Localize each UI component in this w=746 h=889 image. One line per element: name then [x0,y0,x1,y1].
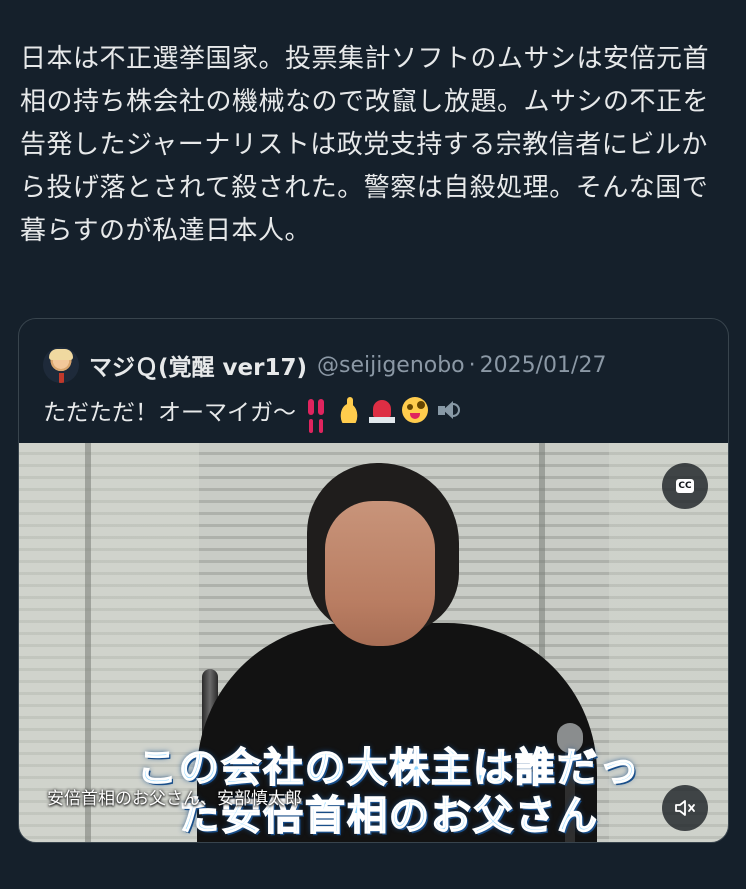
speaker-muted-icon [675,800,695,816]
police-light-icon [369,397,395,423]
video-player[interactable]: この会社の大株主は誰だっ た安倍首相のお父さん 安倍首相のお父さん、安部慎太郎 … [19,443,728,842]
index-finger-up-icon [336,397,362,423]
quoted-post-date[interactable]: 2025/01/27 [480,353,607,378]
closed-caption-subtitle: 安倍首相のお父さん、安部慎太郎 [47,789,302,809]
avatar[interactable] [43,347,79,383]
closed-captions-icon: CC [676,479,694,493]
double-exclamation-icon [303,397,329,423]
closed-captions-button[interactable]: CC [662,463,708,509]
zany-face-icon [402,397,428,423]
header-separator: · [468,352,476,378]
quoted-author-handle[interactable]: @seijigenobo [317,353,465,378]
quoted-author-name[interactable]: マジＱ(覚醒 ver17) [89,348,307,382]
quoted-post-header: マジＱ(覚醒 ver17) @seijigenobo · 2025/01/27 [43,347,606,383]
quoted-post-card[interactable]: マジＱ(覚醒 ver17) @seijigenobo · 2025/01/27 … [18,318,729,843]
speaker-icon [435,397,461,423]
quoted-post-body: ただただ！オーマイガ〜 [43,393,461,427]
mute-toggle-button[interactable] [662,785,708,831]
quoted-post-text: ただただ！オーマイガ〜 [43,400,296,426]
post-text: 日本は不正選挙国家。投票集計ソフトのムサシは安倍元首相の持ち株会社の機械なので改… [20,44,710,246]
person-face [325,501,435,646]
